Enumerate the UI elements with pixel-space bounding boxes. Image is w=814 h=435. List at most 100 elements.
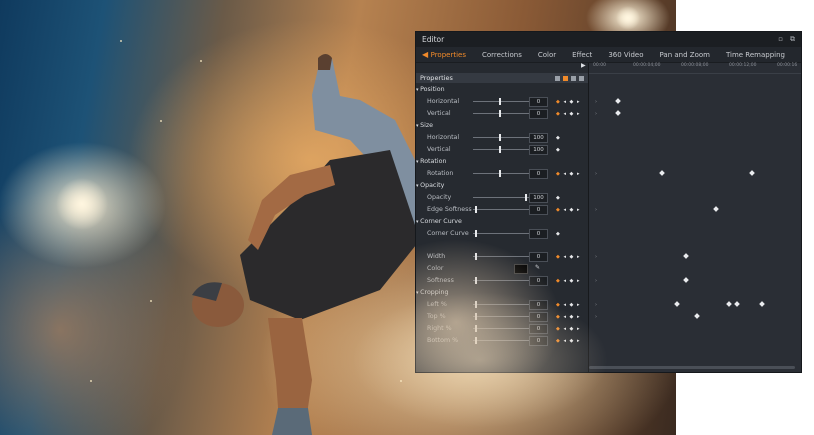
corner-curve-slider[interactable] bbox=[473, 230, 529, 237]
keyframe-add-icon[interactable]: ◆ bbox=[556, 195, 561, 201]
keyframe-icon[interactable] bbox=[563, 75, 568, 81]
keyframe-add-icon[interactable]: ◆ bbox=[556, 231, 561, 237]
copy-icon[interactable]: ⧉ bbox=[790, 35, 795, 44]
opacity-input[interactable]: 100 bbox=[529, 193, 548, 203]
timeline-track[interactable]: › bbox=[589, 108, 801, 119]
group-position[interactable]: Position bbox=[416, 84, 588, 95]
timeline-track[interactable]: › bbox=[589, 251, 801, 262]
keyframe-marker[interactable] bbox=[734, 301, 740, 307]
tab-properties[interactable]: Properties bbox=[431, 51, 466, 59]
keyframe-marker[interactable] bbox=[713, 206, 719, 212]
row-crop-right: Right % 0 ◆ ◂ ◆ ▸ bbox=[416, 323, 588, 334]
rotation-input[interactable]: 0 bbox=[529, 169, 548, 179]
softness-input[interactable]: 0 bbox=[529, 276, 548, 286]
keyframe-controls[interactable]: ◆ ◂ ◆ ▸ bbox=[556, 99, 581, 105]
row-position-vertical: Vertical 0 ◆ ◂ ◆ ▸ bbox=[416, 108, 588, 119]
keyframe-controls[interactable]: ◆ ◂ ◆ ▸ bbox=[556, 278, 581, 284]
keyframe-marker[interactable] bbox=[759, 301, 765, 307]
timeline-track[interactable]: › bbox=[589, 275, 801, 286]
group-rotation[interactable]: Rotation bbox=[416, 156, 588, 167]
crop-right-slider[interactable] bbox=[473, 325, 529, 332]
crop-left-slider[interactable] bbox=[473, 301, 529, 308]
position-horizontal-slider[interactable] bbox=[473, 98, 529, 105]
color-swatch[interactable] bbox=[514, 264, 528, 274]
timeline-track[interactable]: › bbox=[589, 299, 801, 310]
eyedropper-icon[interactable]: ✎ bbox=[535, 264, 540, 271]
position-vertical-input[interactable]: 0 bbox=[529, 109, 548, 119]
keyframe-add-icon[interactable]: ◆ bbox=[556, 135, 561, 141]
restore-icon[interactable]: ▫ bbox=[778, 35, 783, 44]
lock-icon[interactable] bbox=[555, 75, 560, 81]
crop-bottom-slider[interactable] bbox=[473, 337, 529, 344]
size-vertical-input[interactable]: 100 bbox=[529, 145, 548, 155]
row-rotation: Rotation 0 ◆ ◂ ◆ ▸ bbox=[416, 168, 588, 179]
crop-left-input[interactable]: 0 bbox=[529, 300, 548, 310]
tab-time-remapping[interactable]: Time Remapping bbox=[726, 51, 785, 59]
row-label: Softness bbox=[427, 277, 454, 284]
fit-icon[interactable] bbox=[571, 75, 576, 81]
keyframe-marker[interactable] bbox=[683, 277, 689, 283]
keyframe-controls[interactable]: ◆ ◂ ◆ ▸ bbox=[556, 171, 581, 177]
position-vertical-slider[interactable] bbox=[473, 110, 529, 117]
size-horizontal-slider[interactable] bbox=[473, 134, 529, 141]
keyframe-timeline[interactable]: ▶ 00:00 00:00:04;00 00:00:08;00 00:00:12… bbox=[581, 62, 801, 372]
width-input[interactable]: 0 bbox=[529, 252, 548, 262]
keyframe-marker[interactable] bbox=[749, 170, 755, 176]
opacity-slider[interactable] bbox=[473, 194, 529, 201]
rotation-slider[interactable] bbox=[473, 170, 529, 177]
keyframe-controls[interactable]: ◆ ◂ ◆ ▸ bbox=[556, 314, 581, 320]
timeline-horizontal-scrollbar[interactable] bbox=[589, 366, 795, 369]
crop-top-slider[interactable] bbox=[473, 313, 529, 320]
keyframe-add-icon[interactable]: ◆ bbox=[556, 147, 561, 153]
group-opacity[interactable]: Opacity bbox=[416, 180, 588, 191]
tab-360-video[interactable]: 360 Video bbox=[608, 51, 643, 59]
keyframe-controls[interactable]: ◆ ◂ ◆ ▸ bbox=[556, 302, 581, 308]
timeline-track[interactable]: › bbox=[589, 311, 801, 322]
row-label: Opacity bbox=[427, 194, 452, 201]
keyframe-marker[interactable] bbox=[674, 301, 680, 307]
row-size-vertical: Vertical 100 ◆ bbox=[416, 144, 588, 155]
row-label: Color bbox=[427, 265, 444, 272]
size-vertical-slider[interactable] bbox=[473, 146, 529, 153]
crop-top-input[interactable]: 0 bbox=[529, 312, 548, 322]
group-corner-curve[interactable]: Corner Curve bbox=[416, 216, 588, 227]
keyframe-controls[interactable]: ◆ ◂ ◆ ▸ bbox=[556, 111, 581, 117]
keyframe-marker[interactable] bbox=[683, 253, 689, 259]
row-label: Width bbox=[427, 253, 446, 260]
ruler-tick: 00:00:12;00 bbox=[729, 63, 757, 68]
edge-softness-input[interactable]: 0 bbox=[529, 205, 548, 215]
keyframe-controls[interactable]: ◆ ◂ ◆ ▸ bbox=[556, 207, 581, 213]
timeline-track[interactable]: › bbox=[589, 168, 801, 179]
editor-tabbar: ◀ Properties Corrections Color Effect 36… bbox=[416, 47, 801, 63]
width-slider[interactable] bbox=[473, 253, 529, 260]
row-label: Vertical bbox=[427, 146, 451, 153]
size-horizontal-input[interactable]: 100 bbox=[529, 133, 548, 143]
timeline-track[interactable]: › bbox=[589, 204, 801, 215]
timeline-ruler[interactable]: ▶ 00:00 00:00:04;00 00:00:08;00 00:00:12… bbox=[581, 62, 801, 74]
keyframe-marker[interactable] bbox=[659, 170, 665, 176]
keyframe-marker[interactable] bbox=[726, 301, 732, 307]
keyframe-controls[interactable]: ◆ ◂ ◆ ▸ bbox=[556, 326, 581, 332]
crop-bottom-input[interactable]: 0 bbox=[529, 336, 548, 346]
tab-color[interactable]: Color bbox=[538, 51, 556, 59]
keyframe-marker[interactable] bbox=[694, 313, 700, 319]
delete-icon[interactable] bbox=[579, 75, 584, 81]
timeline-track[interactable]: › bbox=[589, 96, 801, 107]
tab-corrections[interactable]: Corrections bbox=[482, 51, 522, 59]
group-size[interactable]: Size bbox=[416, 120, 588, 131]
crop-right-input[interactable]: 0 bbox=[529, 324, 548, 334]
group-label: Opacity bbox=[416, 182, 444, 189]
position-horizontal-input[interactable]: 0 bbox=[529, 97, 548, 107]
keyframe-controls[interactable]: ◆ ◂ ◆ ▸ bbox=[556, 338, 581, 344]
keyframe-controls[interactable]: ◆ ◂ ◆ ▸ bbox=[556, 254, 581, 260]
tab-effect[interactable]: Effect bbox=[572, 51, 592, 59]
tab-pan-and-zoom[interactable]: Pan and Zoom bbox=[660, 51, 710, 59]
corner-curve-input[interactable]: 0 bbox=[529, 229, 548, 239]
properties-header: Properties bbox=[416, 73, 588, 83]
group-cropping[interactable]: Cropping bbox=[416, 287, 588, 298]
keyframe-marker[interactable] bbox=[615, 98, 621, 104]
edge-softness-slider[interactable] bbox=[473, 206, 529, 213]
play-icon[interactable]: ▶ bbox=[581, 62, 586, 69]
softness-slider[interactable] bbox=[473, 277, 529, 284]
keyframe-marker[interactable] bbox=[615, 110, 621, 116]
